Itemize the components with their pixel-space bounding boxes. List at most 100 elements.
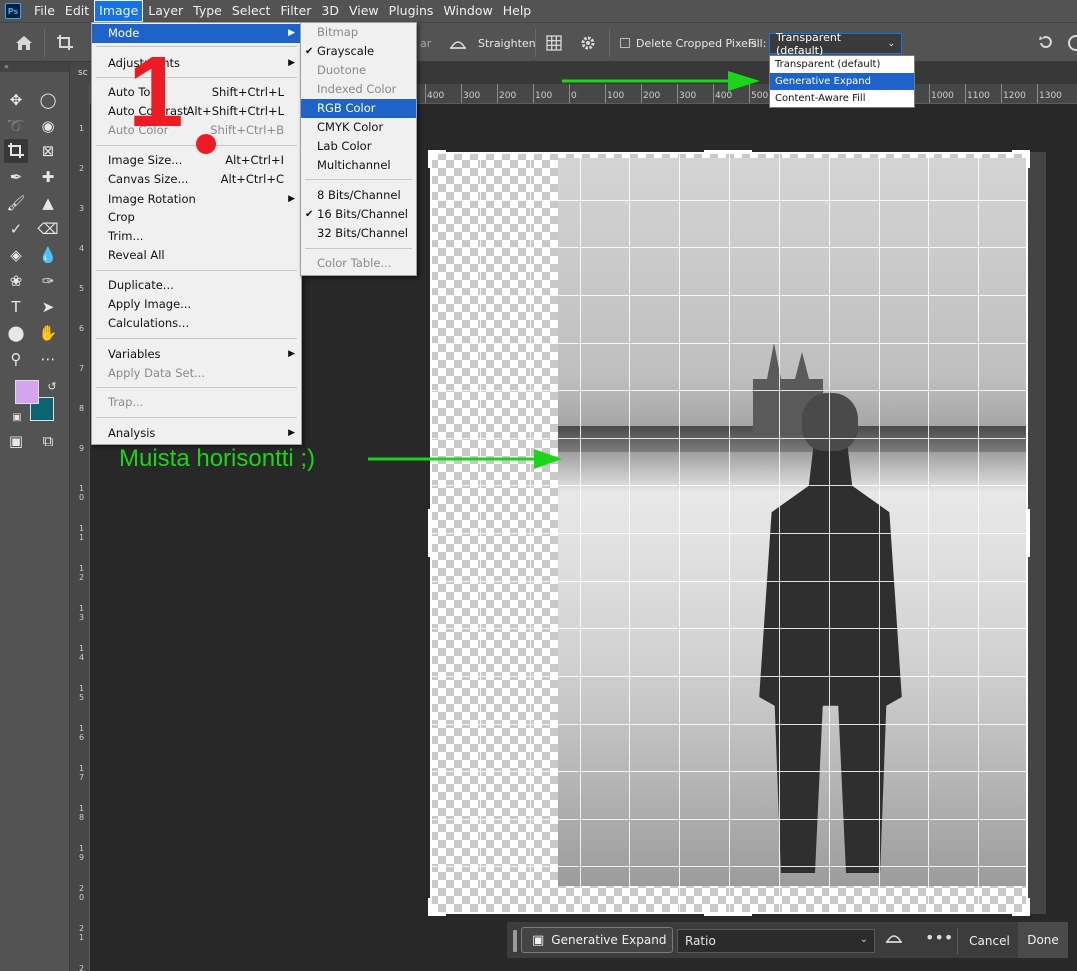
dodge-tool-icon[interactable]: ❀ [4,269,28,293]
mode-rgb-color[interactable]: RGB Color [301,99,416,118]
image-menu-image-size[interactable]: Image Size... Alt+Ctrl+I [92,151,301,170]
ellipse-tool-icon[interactable]: ⬤ [4,321,28,345]
crop-handle-left[interactable] [428,509,432,557]
menu-layer[interactable]: Layer [143,0,188,22]
pen-tool-icon[interactable]: ✑ [36,269,60,293]
reset-icon[interactable] [1037,23,1055,63]
mode-cmyk-color[interactable]: CMYK Color [301,118,416,137]
gear-icon[interactable] [580,23,596,63]
ruler-tick [1037,84,1038,103]
paint-bucket-tool-icon[interactable]: ◈ [4,243,28,267]
tools-panel-collapse-icon[interactable]: « [0,62,69,72]
menu-plugins[interactable]: Plugins [384,0,439,22]
ratio-select[interactable]: Ratio ⌄ [677,929,875,953]
crop-handle-top-left-v[interactable] [428,150,432,168]
done-button[interactable]: Done [1018,922,1068,958]
mode-8-bits[interactable]: 8 Bits/Channel [301,186,416,205]
mode-16-bits[interactable]: ✔ 16 Bits/Channel [301,205,416,224]
image-menu-calculations[interactable]: Calculations... [92,314,301,333]
fill-option-generative-expand[interactable]: Generative Expand [770,73,914,90]
crop-tool-icon[interactable] [4,139,28,163]
clone-stamp-tool-icon[interactable]: ▲ [36,191,60,215]
foreground-color-swatch[interactable] [15,380,39,404]
menu-type[interactable]: Type [188,0,227,22]
image-menu-duplicate[interactable]: Duplicate... [92,276,301,295]
menu-file[interactable]: File [29,0,60,22]
swap-colors-icon[interactable]: ↺ [40,374,64,398]
more-options-icon[interactable]: ••• [925,928,953,947]
crop-handle-top[interactable] [704,150,752,154]
image-menu-trim[interactable]: Trim... [92,227,301,246]
straighten-icon[interactable] [449,23,467,63]
image-menu-mode[interactable]: Mode ▶ [92,24,301,43]
mode-grayscale[interactable]: ✔ Grayscale [301,42,416,61]
default-colors-icon[interactable]: ▣ [5,405,29,429]
generative-expand-button[interactable]: ▣ Generative Expand [521,927,673,953]
taskbar-drag-handle[interactable] [513,930,517,952]
crop-tool-preset-icon[interactable] [56,23,76,63]
fill-select[interactable]: Transparent (default) ⌄ [769,31,902,57]
image-menu-crop[interactable]: Crop [92,208,301,227]
menu-image[interactable]: Image [94,0,144,22]
blur-tool-icon[interactable]: 💧 [36,243,60,267]
home-icon[interactable] [15,23,33,63]
image-menu-reveal-all[interactable]: Reveal All [92,246,301,265]
quick-mask-icon[interactable]: ▣ [4,429,28,453]
healing-brush-tool-icon[interactable]: ✚ [36,165,60,189]
frame-tool-icon[interactable]: ⊠ [36,139,60,163]
move-tool-icon[interactable]: ✥ [4,88,28,112]
lasso-tool-icon[interactable]: ➰ [4,114,28,138]
eyedropper-tool-icon[interactable]: ✒ [4,165,28,189]
straighten-button[interactable]: Straighten [478,23,536,63]
image-menu-image-rotation[interactable]: Image Rotation ▶ [92,190,301,209]
tools-panel: « ✥ ◯ ➰ ◉ ⊠ ✒ ✚ 🖌 ▲ ✓ ⌫ ◈ 💧 ❀ ✑ T ➤ ⬤ ✋ … [0,62,70,971]
object-selection-tool-icon[interactable]: ◉ [36,114,60,138]
image-menu-adjustments[interactable]: Adjustments ▶ [92,54,301,73]
menu-window[interactable]: Window [438,0,497,22]
annotation-dot [196,134,216,154]
menu-edit[interactable]: Edit [60,0,94,22]
cancel-crop-icon[interactable] [1067,23,1077,63]
ruler-label: 5 [79,284,85,293]
image-menu-variables[interactable]: Variables ▶ [92,345,301,364]
crop-box[interactable] [430,152,1028,914]
menu-help[interactable]: Help [498,0,537,22]
menu-filter[interactable]: Filter [275,0,316,22]
crop-handle-bottom-left-v[interactable] [428,898,432,916]
image-menu-auto-tone[interactable]: Auto Tone Shift+Ctrl+L [92,83,301,102]
menu-3d[interactable]: 3D [316,0,344,22]
zoom-tool-icon[interactable]: ⚲ [4,347,28,371]
history-brush-tool-icon[interactable]: ✓ [4,217,28,241]
crop-handle-right[interactable] [1026,509,1030,557]
image-menu-canvas-size[interactable]: Canvas Size... Alt+Ctrl+C [92,170,301,189]
cancel-button[interactable]: Cancel [962,927,1017,955]
screen-mode-icon[interactable]: ⧉ [36,429,60,453]
brush-tool-icon[interactable]: 🖌 [4,191,28,215]
clear-label-fragment[interactable]: ar [420,23,431,63]
mode-lab-color[interactable]: Lab Color [301,137,416,156]
marquee-tool-icon[interactable]: ◯ [36,88,60,112]
fill-option-transparent[interactable]: Transparent (default) [770,56,914,73]
crop-handle-bottom-right-v[interactable] [1026,898,1030,916]
image-menu-apply-image[interactable]: Apply Image... [92,295,301,314]
image-menu-analysis[interactable]: Analysis ▶ [92,424,301,443]
eraser-tool-icon[interactable]: ⌫ [36,217,60,241]
path-selection-tool-icon[interactable]: ➤ [36,295,60,319]
overlay-grid-icon[interactable] [545,23,563,63]
mode-multichannel[interactable]: Multichannel [301,156,416,175]
crop-handle-bottom[interactable] [704,912,752,916]
edit-toolbar-icon[interactable]: ⋯ [36,347,60,371]
straighten-icon[interactable] [885,930,903,948]
ruler-label: 21 [79,924,85,942]
fill-option-content-aware-fill[interactable]: Content-Aware Fill [770,90,914,107]
crop-handle-top-right-v[interactable] [1026,150,1030,168]
menu-view[interactable]: View [344,0,384,22]
type-tool-icon[interactable]: T [4,295,28,319]
image-menu-auto-contrast[interactable]: Auto Contrast Alt+Shift+Ctrl+L [92,102,301,121]
delete-cropped-pixels-checkbox[interactable]: Delete Cropped Pixels [620,23,757,63]
menu-select[interactable]: Select [227,0,276,22]
mode-32-bits[interactable]: 32 Bits/Channel [301,224,416,243]
checkbox-box[interactable] [620,38,630,48]
ruler-label: 8 [79,404,85,413]
hand-tool-icon[interactable]: ✋ [36,321,60,345]
